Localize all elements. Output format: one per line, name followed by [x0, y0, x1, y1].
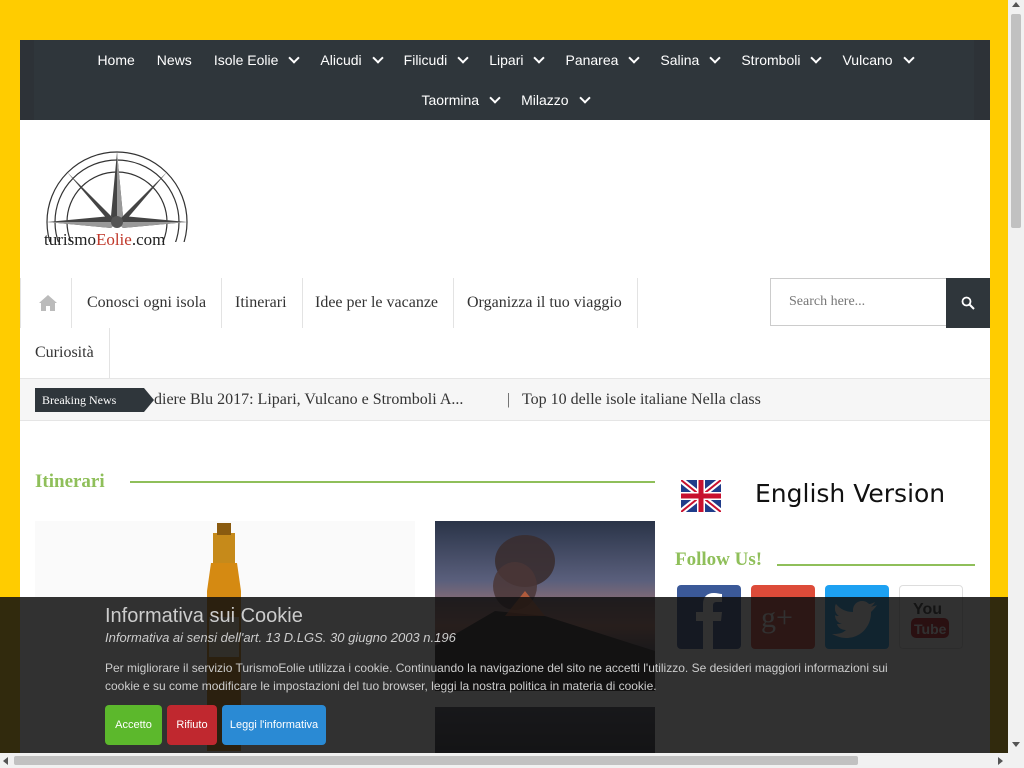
nav-alicudi[interactable]: Alicudi [309, 40, 392, 80]
nav-label: Taormina [421, 92, 480, 108]
nav-taormina[interactable]: Taormina [410, 80, 510, 120]
chevron-down-icon [371, 52, 384, 64]
breaking-news-label: Breaking News [35, 388, 155, 412]
nav-salina[interactable]: Salina [649, 40, 730, 80]
accept-button[interactable]: Accetto [105, 705, 162, 745]
cookie-title: Informativa sui Cookie [105, 605, 303, 627]
cookie-text: Per migliorare il servizio TurismoEolie … [105, 661, 888, 693]
uk-flag-icon[interactable] [681, 480, 721, 512]
logo-text-accent: Eolie [95, 230, 132, 249]
nav-label: Panarea [565, 52, 619, 68]
nav-label: Salina [660, 52, 700, 68]
nav-label: Lipari [489, 52, 524, 68]
section-divider [130, 481, 655, 483]
nav-lipari[interactable]: Lipari [478, 40, 554, 80]
chevron-down-icon [628, 52, 641, 64]
top-nav-row-2: Taormina Milazzo [20, 80, 990, 120]
breaking-news-bar: Breaking News diere Blu 2017: Lipari, Vu… [20, 378, 990, 421]
chevron-down-icon [709, 52, 722, 64]
nav-label: Filicudi [403, 52, 448, 68]
site-header: turismoEolie.com [20, 120, 990, 293]
chevron-down-icon [457, 52, 469, 64]
search-icon [961, 296, 975, 310]
vertical-scroll-thumb[interactable] [1011, 14, 1021, 228]
cookie-banner: Informativa sui Cookie Informativa ai se… [0, 597, 1008, 768]
chevron-down-icon [578, 92, 591, 104]
search-button[interactable] [946, 278, 990, 328]
nav-home[interactable]: Home [86, 40, 145, 80]
chevron-down-icon [810, 52, 823, 64]
nav-label: News [156, 52, 192, 68]
nav-label: Vulcano [842, 52, 893, 68]
menu-curiosita[interactable]: Curiosità [20, 328, 110, 378]
scroll-down-icon[interactable] [1012, 742, 1020, 747]
nav-panarea[interactable]: Panarea [554, 40, 649, 80]
menu-organizza-il-tuo-viaggio[interactable]: Organizza il tuo viaggio [452, 278, 638, 328]
horizontal-scrollbar[interactable] [0, 753, 1008, 768]
logo-text-part: .com [131, 230, 166, 249]
logo-text-part: turismo [44, 230, 96, 249]
nav-label: Isole Eolie [213, 52, 279, 68]
scroll-right-icon[interactable] [998, 757, 1003, 765]
nav-label: Stromboli [741, 52, 801, 68]
chevron-down-icon [288, 52, 301, 64]
nav-label: Milazzo [521, 92, 569, 108]
scroll-left-icon[interactable] [3, 757, 8, 765]
vertical-scrollbar[interactable] [1008, 0, 1024, 768]
menu-idee-per-le-vacanze[interactable]: Idee per le vacanze [300, 278, 455, 328]
nav-filicudi[interactable]: Filicudi [393, 40, 479, 80]
home-button[interactable] [20, 278, 72, 328]
top-navigation: Home News Isole Eolie Alicudi Filicudi L… [20, 40, 990, 120]
follow-us-title: Follow Us! [675, 549, 763, 570]
breaking-news-item[interactable]: Top 10 delle isole italiane Nella class [522, 379, 761, 420]
search-input[interactable]: Search here... [770, 278, 947, 326]
top-nav-row-1: Home News Isole Eolie Alicudi Filicudi L… [20, 40, 990, 80]
reject-button[interactable]: Rifiuto [167, 705, 217, 745]
chevron-down-icon [489, 92, 501, 104]
nav-news[interactable]: News [146, 40, 203, 80]
nav-stromboli[interactable]: Stromboli [730, 40, 831, 80]
english-version-link[interactable]: English Version [755, 479, 945, 508]
menu-conosci-ogni-isola[interactable]: Conosci ogni isola [72, 278, 223, 328]
chevron-down-icon [902, 52, 915, 64]
scroll-up-icon[interactable] [1012, 2, 1020, 7]
menu-itinerari[interactable]: Itinerari [220, 278, 303, 328]
breaking-news-item[interactable]: diere Blu 2017: Lipari, Vulcano e Stromb… [154, 379, 463, 420]
cookie-subtitle: Informativa ai sensi dell'art. 13 D.LGS.… [105, 630, 456, 645]
main-navigation: Conosci ogni isola Itinerari Idee per le… [20, 278, 990, 378]
nav-vulcano[interactable]: Vulcano [831, 40, 923, 80]
breaking-news-separator: | [507, 391, 511, 408]
horizontal-scroll-thumb[interactable] [14, 756, 858, 765]
nav-label: Home [97, 52, 135, 68]
home-icon [39, 295, 57, 311]
nav-isole-eolie[interactable]: Isole Eolie [203, 40, 310, 80]
read-policy-button[interactable]: Leggi l'informativa [222, 705, 326, 745]
nav-milazzo[interactable]: Milazzo [510, 80, 599, 120]
section-title-itinerari: Itinerari [35, 471, 105, 492]
nav-label: Alicudi [320, 52, 362, 68]
follow-us-divider [777, 564, 975, 566]
chevron-down-icon [533, 52, 546, 64]
site-logo-text[interactable]: turismoEolie.com [44, 230, 165, 250]
